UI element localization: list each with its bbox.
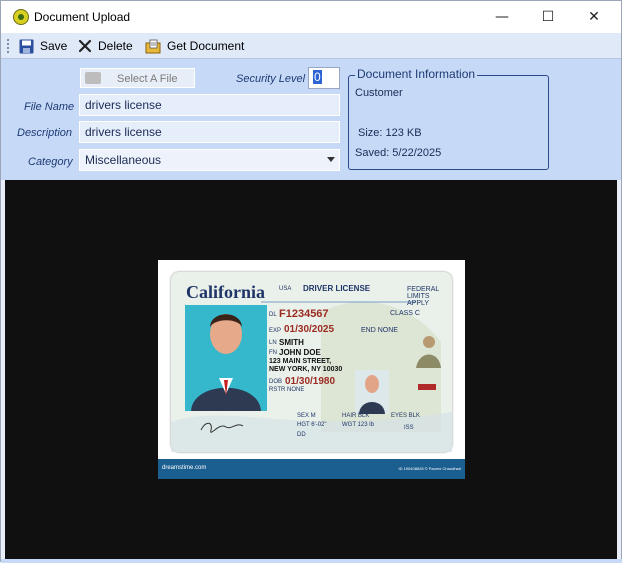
card-address-line2: NEW YORK, NY 10030 [269,366,343,373]
category-value: Miscellaneous [85,153,162,167]
card-dl-value: F1234567 [279,308,329,320]
card-dd: DD [297,432,306,438]
toolbar: Save Delete Get Document [1,33,621,59]
card-fn-label: FN [269,350,277,356]
chevron-down-icon [327,157,335,162]
document-image: California USA DRIVER LICENSE FEDERAL LI… [158,260,465,479]
security-level-input[interactable]: 0 [308,67,340,89]
image-credit-label: ID 190408628 © Paurex Chaudhari [398,466,461,471]
card-state: California [186,282,265,302]
card-exp-label: EXP [269,328,282,334]
get-document-button[interactable]: Get Document [145,37,244,55]
card-address-line1: 123 MAIN STREET, [269,358,332,365]
document-info-group: Document Information Customer Size: 123 … [348,67,549,170]
card-wgt: WGT 123 lb [342,422,374,428]
delete-button[interactable]: Delete [78,37,133,55]
security-level-value: 0 [313,70,322,84]
card-hair: HAIR BLK [342,413,370,419]
category-label: Category [28,156,73,168]
form-panel: Select A File Security Level 0 File Name… [1,59,621,180]
description-input[interactable]: drivers license [79,121,340,143]
card-dl-label: DL [269,312,277,318]
document-upload-window: Document Upload — ☐ ✕ Save Delete Get Do… [0,0,622,563]
card-fn-value: JOHN DOE [279,348,321,357]
get-document-icon [145,39,161,53]
select-file-button[interactable]: Select A File [80,68,195,88]
title-bar: Document Upload — ☐ ✕ [1,1,621,33]
image-source-label: dreamstime.com [162,465,207,471]
card-federal-line1: FEDERAL [407,286,440,293]
card-iss: ISS [404,425,414,431]
card-rstr: RSTR NONE [269,387,305,393]
save-button[interactable]: Save [19,37,67,55]
delete-label: Delete [98,39,133,53]
card-exp-value: 01/30/2025 [284,324,335,335]
select-file-label: Select A File [117,73,178,85]
card-doc-type: DRIVER LICENSE [303,284,371,293]
save-icon [19,39,34,53]
image-footer-strip: dreamstime.com ID 190408628 © Paurex Cha… [158,459,465,479]
card-ln-value: SMITH [279,338,304,347]
window-title: Document Upload [34,10,131,24]
close-button[interactable]: ✕ [571,1,617,33]
minimize-button[interactable]: — [479,1,525,33]
document-info-legend: Document Information [355,67,478,81]
delete-icon [78,39,92,53]
card-eyes: EYES BLK [391,413,421,419]
get-document-label: Get Document [167,39,245,53]
folder-icon [85,72,101,84]
description-label: Description [17,127,73,139]
document-owner: Customer [355,87,403,99]
card-federal-line3: APPLY [407,300,430,307]
toolbar-grip[interactable] [7,39,9,53]
security-level-label: Security Level [236,73,306,85]
card-class: CLASS C [390,310,420,317]
file-name-input[interactable]: drivers license [79,94,340,116]
card-hgt: HGT 6'-02" [297,422,327,428]
license-card: California USA DRIVER LICENSE FEDERAL LI… [171,272,452,452]
file-name-label: File Name [24,101,75,113]
card-sex: SEX M [297,413,316,419]
card-dob-value: 01/30/1980 [285,376,336,387]
card-federal-line2: LIMITS [407,293,430,300]
app-icon [13,9,29,25]
status-strip [1,559,622,563]
document-size: Size: 123 KB [358,127,422,139]
card-dob-label: DOB [269,379,283,385]
save-label: Save [40,39,68,53]
document-preview-area[interactable]: California USA DRIVER LICENSE FEDERAL LI… [5,180,617,559]
card-country: USA [279,286,292,292]
document-saved-date: Saved: 5/22/2025 [355,147,442,159]
category-select[interactable]: Miscellaneous [79,149,340,171]
card-end: END NONE [361,327,398,334]
maximize-button[interactable]: ☐ [525,1,571,33]
card-ln-label: LN [269,340,277,346]
card-federal-notice: FEDERAL LIMITS APPLY [407,286,439,307]
